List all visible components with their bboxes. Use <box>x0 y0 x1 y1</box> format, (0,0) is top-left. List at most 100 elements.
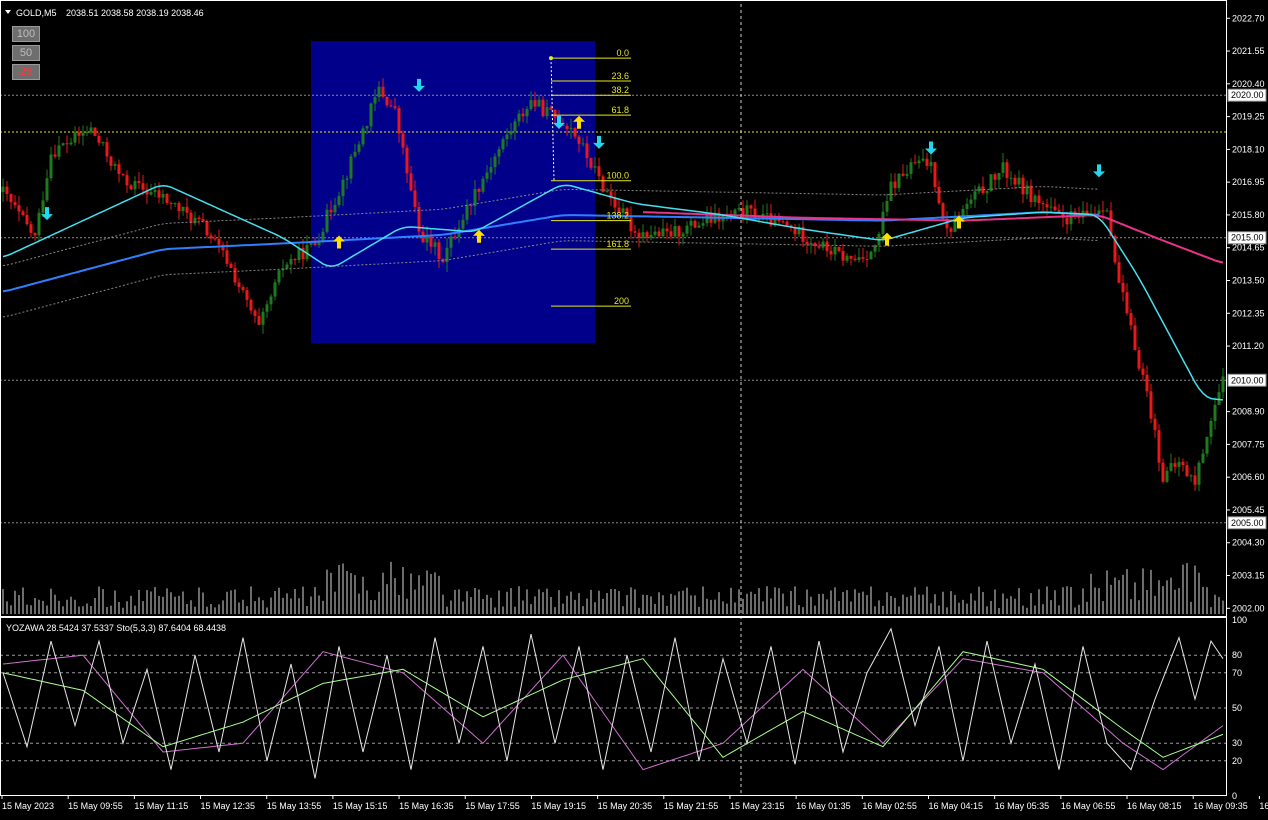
candle[interactable] <box>1053 206 1057 211</box>
candle[interactable] <box>233 267 237 283</box>
candle[interactable] <box>217 238 221 245</box>
candle[interactable] <box>1129 313 1133 326</box>
candle[interactable] <box>205 221 209 236</box>
candle[interactable] <box>825 241 829 251</box>
candle[interactable] <box>1125 292 1129 314</box>
candle[interactable] <box>657 231 661 237</box>
candle[interactable] <box>1165 470 1169 482</box>
candle[interactable] <box>13 202 17 206</box>
candle[interactable] <box>93 127 97 136</box>
candle[interactable] <box>25 215 29 225</box>
candle[interactable] <box>1189 475 1193 477</box>
candle[interactable] <box>237 282 241 288</box>
candle[interactable] <box>37 212 41 236</box>
candle[interactable] <box>865 258 869 260</box>
candle[interactable] <box>9 193 13 203</box>
candle[interactable] <box>85 132 89 134</box>
candle[interactable] <box>33 232 37 236</box>
candle[interactable] <box>429 235 433 247</box>
candle[interactable] <box>1153 418 1157 431</box>
candle[interactable] <box>153 190 157 192</box>
candle[interactable] <box>409 173 413 191</box>
candle[interactable] <box>885 200 889 212</box>
candle[interactable] <box>925 158 929 166</box>
candle[interactable] <box>805 241 809 245</box>
zoom-50-button[interactable]: 50 <box>12 45 40 61</box>
candle[interactable] <box>77 132 81 136</box>
candle[interactable] <box>901 173 905 176</box>
candle[interactable] <box>989 174 993 191</box>
candle[interactable] <box>265 304 269 312</box>
candle[interactable] <box>261 311 265 325</box>
candle[interactable] <box>613 198 617 208</box>
candle[interactable] <box>337 196 341 206</box>
candle[interactable] <box>1009 177 1013 179</box>
candle[interactable] <box>61 143 65 146</box>
candle[interactable] <box>333 205 337 213</box>
candle[interactable] <box>685 225 689 234</box>
candle[interactable] <box>501 139 505 150</box>
candle[interactable] <box>697 225 701 228</box>
candle[interactable] <box>57 145 61 157</box>
candle[interactable] <box>385 96 389 106</box>
candle[interactable] <box>453 236 457 238</box>
candle[interactable] <box>157 190 161 198</box>
candle[interactable] <box>641 232 645 238</box>
candle[interactable] <box>1033 195 1037 203</box>
candle[interactable] <box>1217 392 1221 405</box>
candle[interactable] <box>553 109 557 118</box>
candle[interactable] <box>517 113 521 122</box>
candle[interactable] <box>1029 185 1033 203</box>
candle[interactable] <box>129 185 133 190</box>
candle[interactable] <box>1177 461 1181 467</box>
candle[interactable] <box>41 200 45 213</box>
candle[interactable] <box>565 125 569 129</box>
candle[interactable] <box>421 231 425 243</box>
candle[interactable] <box>701 223 705 226</box>
candle[interactable] <box>829 250 833 255</box>
candle[interactable] <box>857 257 861 260</box>
candle[interactable] <box>45 178 49 201</box>
candle[interactable] <box>573 127 577 137</box>
candle[interactable] <box>541 99 545 117</box>
candle[interactable] <box>437 242 441 259</box>
candle[interactable] <box>229 263 233 268</box>
candle[interactable] <box>1005 162 1009 178</box>
candle[interactable] <box>525 108 529 117</box>
candle[interactable] <box>897 173 901 188</box>
candle[interactable] <box>969 199 973 204</box>
candle[interactable] <box>81 132 85 136</box>
candle[interactable] <box>1205 436 1209 454</box>
candle[interactable] <box>1173 463 1177 467</box>
candle[interactable] <box>949 228 953 232</box>
candle[interactable] <box>97 135 101 143</box>
candle[interactable] <box>165 193 169 203</box>
candle[interactable] <box>1201 453 1205 463</box>
candle[interactable] <box>841 251 845 261</box>
candle[interactable] <box>481 178 485 192</box>
candle[interactable] <box>997 172 1001 180</box>
candle[interactable] <box>673 226 677 237</box>
candle[interactable] <box>249 299 253 311</box>
candle[interactable] <box>1157 430 1161 463</box>
candle[interactable] <box>401 133 405 148</box>
candle[interactable] <box>933 162 937 187</box>
candle[interactable] <box>369 103 373 127</box>
candle[interactable] <box>405 147 409 174</box>
candle[interactable] <box>905 173 909 176</box>
candle[interactable] <box>1133 325 1137 351</box>
candle[interactable] <box>101 142 105 144</box>
candle[interactable] <box>137 181 141 184</box>
candle[interactable] <box>325 209 329 232</box>
candle[interactable] <box>449 236 453 248</box>
candle[interactable] <box>893 181 897 188</box>
candle[interactable] <box>833 246 837 255</box>
candle[interactable] <box>473 189 477 207</box>
candle[interactable] <box>21 211 25 216</box>
candle[interactable] <box>397 108 401 134</box>
candle[interactable] <box>225 250 229 264</box>
candle[interactable] <box>1101 210 1105 212</box>
candle[interactable] <box>357 144 361 152</box>
candle[interactable] <box>917 160 921 164</box>
candle[interactable] <box>125 175 129 186</box>
